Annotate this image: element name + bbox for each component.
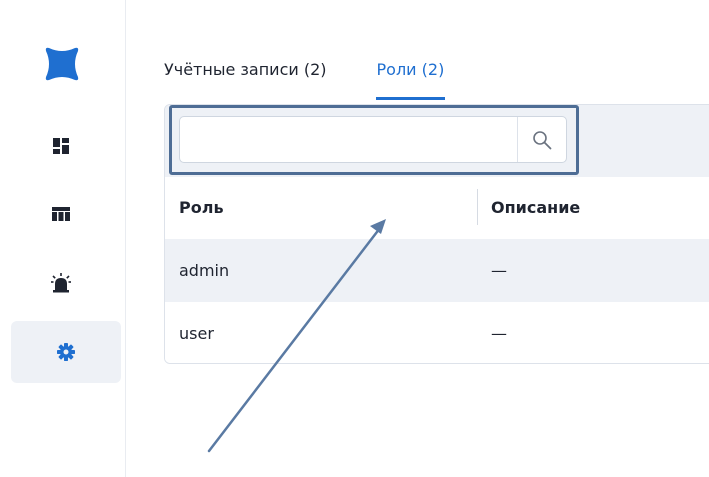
dashboard-icon [53,138,69,154]
table-toolbar [165,105,709,178]
table-header: Роль Описание [165,177,709,239]
column-header-description[interactable]: Описание [491,177,580,239]
column-divider[interactable] [477,189,478,225]
gear-icon [57,343,75,361]
table-row[interactable]: user — [165,302,709,363]
alarm-icon [51,273,71,293]
sidebar-item-alarms[interactable] [40,262,82,304]
app-root: Учётные записи (2) Роли (2) Роль Описани… [0,0,709,477]
tab-roles[interactable]: Роли (2) [375,56,446,100]
app-logo-icon [45,47,79,81]
sidebar-item-tables[interactable] [40,193,82,235]
role-cell: admin [179,261,230,280]
table-icon [52,207,70,221]
column-header-role[interactable]: Роль [179,177,224,239]
tab-accounts[interactable]: Учётные записи (2) [164,56,327,100]
role-cell: user [179,324,214,343]
app-logo[interactable] [42,44,82,84]
sidebar-item-dashboard[interactable] [40,125,82,167]
description-cell: — [491,261,507,280]
sidebar-item-settings[interactable] [11,321,121,383]
sidebar [0,0,126,477]
tab-bar: Учётные записи (2) Роли (2) [164,56,446,104]
description-cell: — [491,324,507,343]
search-highlight-frame [169,105,579,175]
table-row[interactable]: admin — [165,239,709,302]
roles-panel: Роль Описание admin — user — [164,104,709,364]
